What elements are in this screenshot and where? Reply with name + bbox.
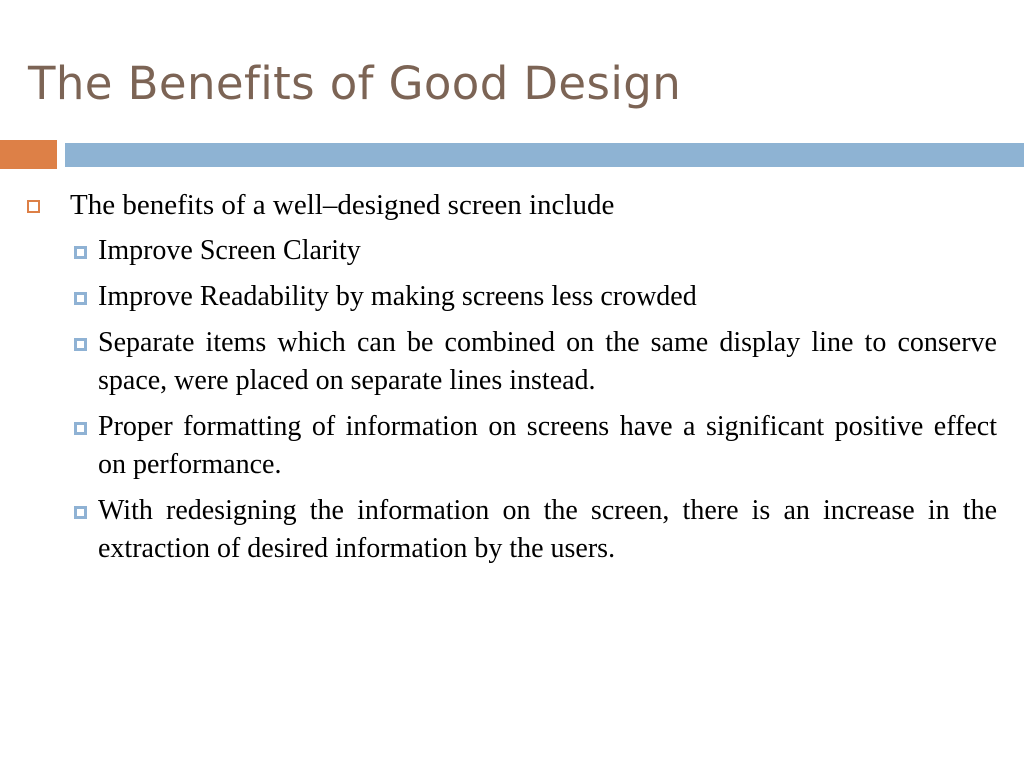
square-outline-icon [27,200,40,213]
list-item-level2: Improve Readability by making screens le… [0,278,1024,316]
square-bullet-icon [74,292,87,306]
slide-body: The benefits of a well–designed screen i… [0,186,1024,756]
list-item-level2-label: Improve Readability by making screens le… [98,281,697,313]
slide: The Benefits of Good Design The benefits… [0,0,1024,768]
list-item-level2-label: Improve Screen Clarity [98,235,361,267]
square-bullet-icon [74,505,87,519]
square-bullet-icon [74,338,87,352]
list-item-level2: Proper formatting of information on scre… [0,408,1024,484]
list-item-level2: Improve Screen Clarity [0,232,1024,270]
list-item-level2: With redesigning the information on the … [0,492,1024,568]
list-item-level1-label: The benefits of a well–designed screen i… [70,189,615,221]
list-item-level2-label: Proper formatting of information on scre… [98,411,997,480]
list-item-level2: Separate items which can be combined on … [0,324,1024,400]
list-item-level2-label: Separate items which can be combined on … [98,327,997,397]
page-title: The Benefits of Good Design [28,57,682,110]
square-bullet-icon [74,422,87,436]
blue-divider-bar [65,143,1024,167]
title-divider [0,138,1024,170]
square-bullet-icon [74,246,87,260]
list-item-level2-label: With redesigning the information on the … [98,494,997,564]
orange-accent-block [0,140,57,169]
list-item-level1: The benefits of a well–designed screen i… [0,186,1024,224]
